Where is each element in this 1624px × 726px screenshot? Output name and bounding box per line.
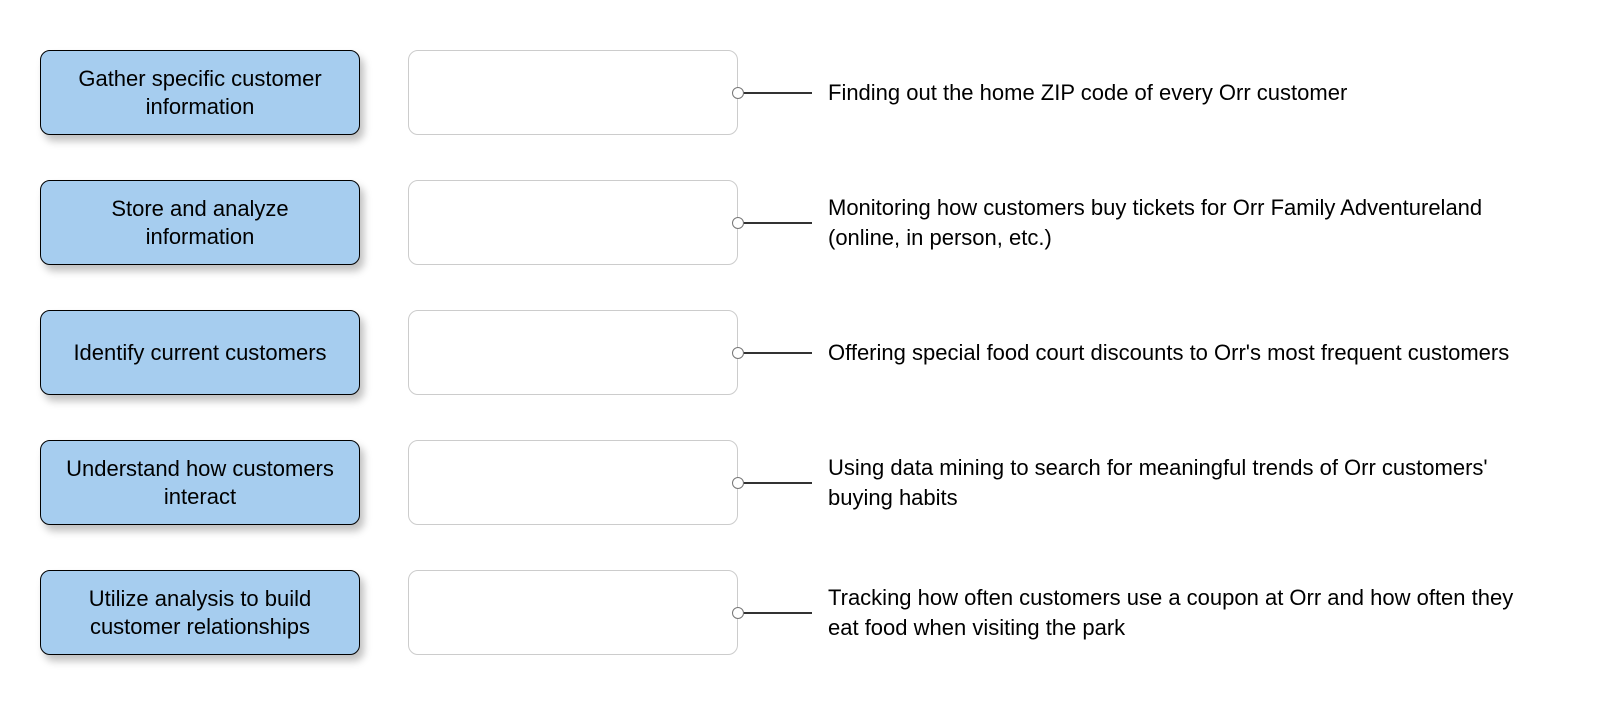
description-text: Tracking how often customers use a coupo…: [828, 583, 1548, 642]
connector-line: [738, 92, 812, 94]
drop-target-5[interactable]: [408, 570, 738, 655]
category-label: Utilize analysis to build customer relat…: [59, 585, 341, 640]
drop-target-2[interactable]: [408, 180, 738, 265]
category-label: Understand how customers interact: [59, 455, 341, 510]
connector-line: [738, 612, 812, 614]
drop-target-4[interactable]: [408, 440, 738, 525]
row-2: Store and analyze information Monitoring…: [0, 180, 1624, 270]
description-text: Using data mining to search for meaningf…: [828, 453, 1548, 512]
matching-diagram: Gather specific customer information Fin…: [0, 0, 1624, 726]
category-box-5[interactable]: Utilize analysis to build customer relat…: [40, 570, 360, 655]
description-5[interactable]: Tracking how often customers use a coupo…: [828, 570, 1548, 655]
description-4[interactable]: Using data mining to search for meaningf…: [828, 440, 1548, 525]
description-text: Offering special food court discounts to…: [828, 338, 1509, 368]
row-4: Understand how customers interact Using …: [0, 440, 1624, 530]
description-text: Finding out the home ZIP code of every O…: [828, 78, 1347, 108]
connector-line: [738, 482, 812, 484]
row-5: Utilize analysis to build customer relat…: [0, 570, 1624, 660]
description-3[interactable]: Offering special food court discounts to…: [828, 310, 1548, 395]
category-box-1[interactable]: Gather specific customer information: [40, 50, 360, 135]
category-box-3[interactable]: Identify current customers: [40, 310, 360, 395]
row-3: Identify current customers Offering spec…: [0, 310, 1624, 400]
description-1[interactable]: Finding out the home ZIP code of every O…: [828, 50, 1548, 135]
row-1: Gather specific customer information Fin…: [0, 50, 1624, 140]
drop-target-3[interactable]: [408, 310, 738, 395]
category-label: Gather specific customer information: [59, 65, 341, 120]
description-2[interactable]: Monitoring how customers buy tickets for…: [828, 180, 1548, 265]
category-box-4[interactable]: Understand how customers interact: [40, 440, 360, 525]
connector-line: [738, 352, 812, 354]
category-label: Identify current customers: [73, 339, 326, 367]
drop-target-1[interactable]: [408, 50, 738, 135]
description-text: Monitoring how customers buy tickets for…: [828, 193, 1548, 252]
category-label: Store and analyze information: [59, 195, 341, 250]
category-box-2[interactable]: Store and analyze information: [40, 180, 360, 265]
connector-line: [738, 222, 812, 224]
